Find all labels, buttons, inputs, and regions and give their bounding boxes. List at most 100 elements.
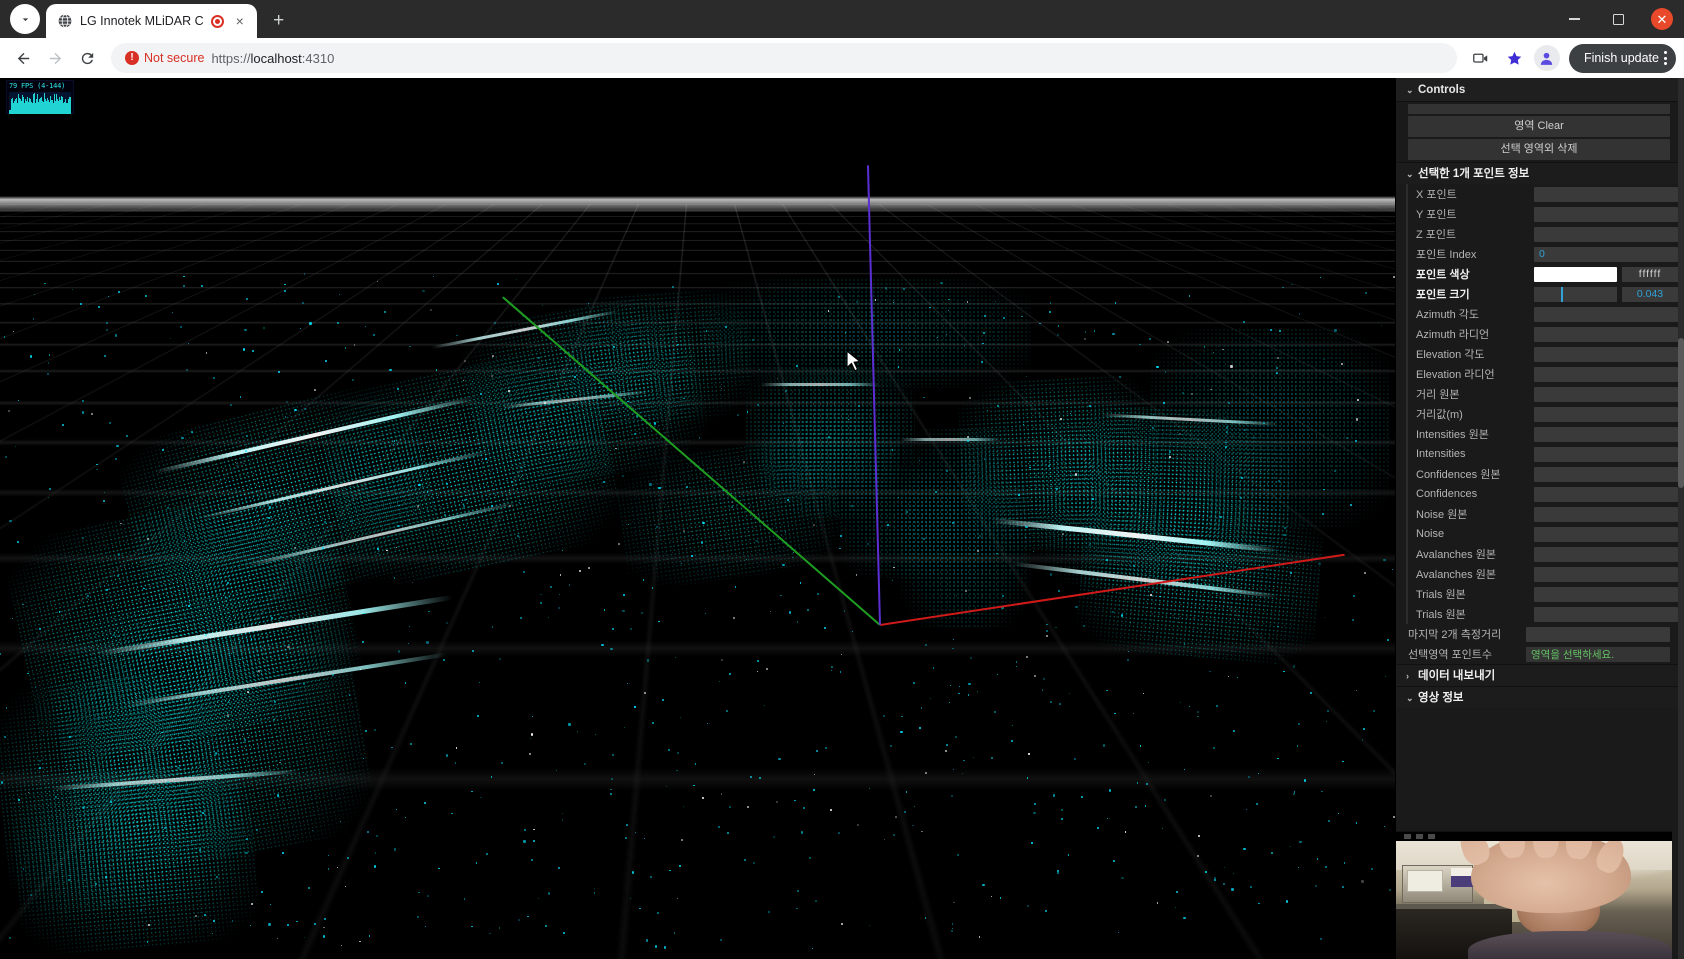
lidar-point (841, 654, 843, 656)
security-status[interactable]: ! Not secure (125, 51, 204, 65)
lidar-point (1277, 356, 1280, 359)
point-size-slider[interactable] (1534, 286, 1617, 302)
gui-row: Trials 원본 (1416, 604, 1678, 624)
lidar-point (96, 468, 98, 470)
lidar-point (1345, 436, 1348, 439)
gui-row-value[interactable] (1534, 606, 1678, 622)
finish-update-button[interactable]: Finish update (1568, 43, 1676, 73)
lidar-point (282, 852, 285, 855)
gui-row-label: 포인트 Index (1416, 249, 1477, 261)
lidar-point (294, 408, 297, 411)
lidar-point (1277, 480, 1280, 482)
color-hex-value[interactable]: ffffff (1622, 266, 1678, 282)
gui-row-value[interactable] (1534, 206, 1678, 222)
share-screen-button[interactable] (1466, 43, 1496, 73)
lidar-point (190, 841, 192, 843)
lidar-point (694, 763, 697, 765)
point-cluster (745, 368, 915, 488)
lidar-point (1002, 595, 1004, 597)
video-info-section-title[interactable]: ⌄ 영상 정보 (1396, 686, 1678, 708)
gui-row-value[interactable] (1534, 366, 1678, 382)
bookmark-button[interactable] (1500, 43, 1530, 73)
point-cloud-viewport[interactable]: 79 FPS (4-144) (0, 78, 1395, 959)
profile-button[interactable] (1533, 45, 1560, 71)
area-clear-button[interactable]: 영역 Clear (1408, 116, 1670, 137)
lidar-point (720, 793, 722, 795)
lidar-point (1021, 315, 1023, 318)
lidar-point (331, 674, 334, 677)
gui-row-value[interactable] (1534, 486, 1678, 502)
three-dot-menu-icon[interactable] (1664, 51, 1667, 65)
gui-row-value[interactable] (1534, 186, 1678, 202)
lidar-point (208, 583, 210, 585)
color-swatch[interactable] (1534, 266, 1617, 282)
lidar-point (445, 622, 449, 625)
gui-row-value[interactable] (1534, 526, 1678, 542)
lidar-point (811, 947, 813, 949)
lidar-point (47, 362, 50, 364)
lidar-point (788, 611, 791, 614)
lidar-point (240, 658, 242, 661)
tab-close-button[interactable]: × (231, 12, 249, 30)
gui-row-value[interactable] (1534, 566, 1678, 582)
window-close-button[interactable]: ✕ (1640, 0, 1684, 38)
tab-search-button[interactable] (10, 4, 40, 34)
gui-row-value[interactable] (1534, 346, 1678, 362)
selected-point-info-section-title[interactable]: ⌄ 선택한 1개 포인트 정보 (1396, 162, 1678, 184)
gui-row-value[interactable] (1534, 506, 1678, 522)
gui-row-value[interactable] (1526, 626, 1670, 642)
tab-lg-innotek-mlidar[interactable]: LG Innotek MLiDAR C × (46, 4, 257, 38)
clipped-button-above[interactable] (1408, 104, 1670, 114)
lidar-point (1165, 371, 1167, 373)
gui-row-value[interactable] (1534, 466, 1678, 482)
lidar-point (49, 603, 52, 605)
lidar-point (593, 892, 596, 894)
selection-status-value[interactable]: 영역을 선택하세요. (1526, 646, 1670, 662)
gui-row-value[interactable] (1534, 406, 1678, 422)
delete-outside-selection-button[interactable]: 선택 영역외 삭제 (1408, 139, 1670, 160)
lidar-point (756, 670, 758, 672)
gui-row-value[interactable] (1534, 386, 1678, 402)
gui-row: Confidences (1416, 484, 1678, 504)
panel-scrollbar-thumb[interactable] (1678, 338, 1684, 488)
recording-dot-icon[interactable] (210, 14, 224, 28)
gui-row-value[interactable] (1534, 306, 1678, 322)
lidar-point (361, 640, 364, 643)
webcam-preview[interactable] (1396, 831, 1672, 959)
finish-update-label: Finish update (1583, 51, 1659, 65)
slider-value[interactable]: 0.043 (1622, 286, 1678, 302)
window-minimize-button[interactable] (1552, 0, 1596, 38)
gui-row-value[interactable] (1534, 226, 1678, 242)
lidar-point (668, 748, 671, 751)
lidar-point (1055, 488, 1058, 491)
panel-scrollbar[interactable] (1678, 78, 1684, 959)
lidar-point (411, 581, 414, 584)
lidar-point (181, 436, 184, 439)
gui-row-value[interactable] (1534, 446, 1678, 462)
reload-button[interactable] (72, 43, 102, 73)
fps-stats-panel[interactable]: 79 FPS (4-144) (6, 80, 74, 114)
point-cluster (0, 476, 371, 770)
forward-button[interactable] (40, 43, 70, 73)
new-tab-button[interactable]: + (265, 6, 293, 34)
window-maximize-button[interactable] (1596, 0, 1640, 38)
gui-row-value[interactable]: 0 (1534, 246, 1678, 262)
lidar-point (732, 616, 735, 619)
export-data-section-title[interactable]: › 데이터 내보내기 (1396, 664, 1678, 686)
lidar-point (516, 535, 519, 538)
gui-row-value[interactable] (1534, 586, 1678, 602)
lidar-point (1069, 693, 1071, 695)
back-button[interactable] (8, 43, 38, 73)
gui-row-value[interactable] (1534, 426, 1678, 442)
lidar-point (1223, 867, 1225, 869)
lidar-point (323, 520, 326, 523)
gui-row-value[interactable] (1534, 326, 1678, 342)
controls-panel-title[interactable]: ⌄ Controls (1396, 78, 1678, 102)
gui-row: Noise (1416, 524, 1678, 544)
address-bar[interactable]: ! Not secure https://localhost:4310 (111, 43, 1457, 73)
lidar-point (4, 455, 7, 458)
lidar-point (603, 609, 606, 611)
lidar-point (913, 681, 915, 684)
gui-row-value[interactable] (1534, 546, 1678, 562)
lidar-point (490, 374, 493, 377)
